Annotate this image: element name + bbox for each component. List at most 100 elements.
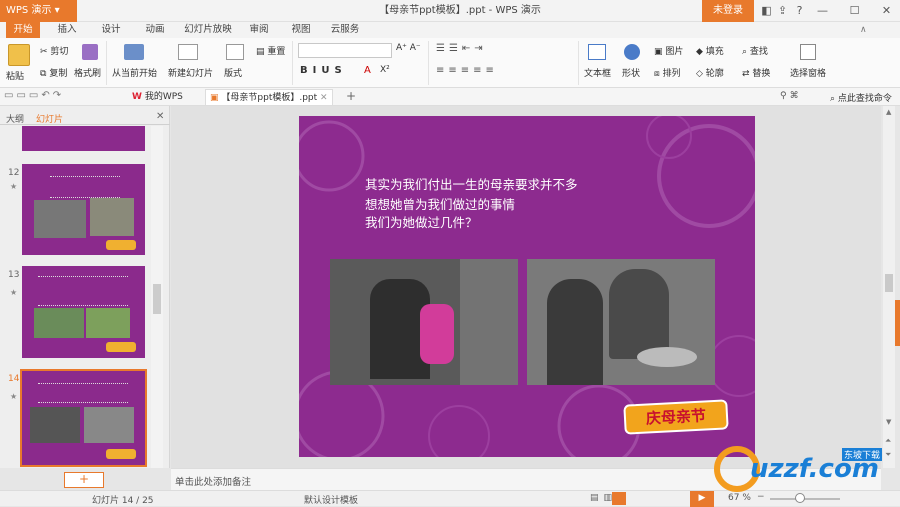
new-slide-button[interactable]: 新建幻灯片 bbox=[168, 66, 213, 79]
tab-animation[interactable]: 动画 bbox=[140, 22, 170, 38]
document-tab[interactable]: ▣ 【母亲节ppt模板】.ppt ✕ bbox=[205, 89, 333, 105]
slide-photo-right[interactable] bbox=[527, 259, 715, 385]
find-button[interactable]: ⌕ 查找 bbox=[742, 44, 768, 57]
tab-home[interactable]: 开始 bbox=[6, 22, 40, 38]
thumbnail-text bbox=[50, 176, 120, 198]
animation-star-icon: ★ bbox=[10, 392, 18, 401]
from-current-button[interactable]: 从当前开始 bbox=[112, 66, 157, 79]
new-tab-icon[interactable]: + bbox=[346, 89, 356, 103]
copy-icon: ⧉ bbox=[40, 69, 47, 79]
reset-button[interactable]: ▤ 重置 bbox=[256, 44, 285, 57]
maximize-icon[interactable]: ☐ bbox=[848, 4, 861, 17]
new-slide-icon[interactable] bbox=[178, 44, 198, 60]
tab-design[interactable]: 设计 bbox=[96, 22, 126, 38]
add-slide-button[interactable]: + bbox=[64, 472, 104, 488]
outline-button[interactable]: ◇ 轮廓 bbox=[696, 66, 724, 79]
toolbar-extra-icons[interactable]: ⚲⌘ bbox=[780, 91, 802, 101]
vertical-scrollbar[interactable]: ▲ ▼ ⏶ ⏷ bbox=[883, 106, 895, 468]
zoom-out-icon[interactable]: − bbox=[757, 492, 765, 502]
tab-view[interactable]: 视图 bbox=[286, 22, 316, 38]
tab-review[interactable]: 审阅 bbox=[244, 22, 274, 38]
slide-info: 幻灯片 14 / 25 bbox=[92, 496, 154, 506]
zoom-level: 67 % bbox=[728, 493, 751, 503]
font-color-icon[interactable]: A bbox=[364, 65, 371, 76]
slide-thumbnail[interactable] bbox=[22, 126, 145, 151]
superscript-icon[interactable]: X² bbox=[380, 65, 390, 75]
replace-button[interactable]: ⇄ 替换 bbox=[742, 66, 770, 79]
document-title: 【母亲节ppt模板】.ppt - WPS 演示 bbox=[379, 5, 541, 16]
scroll-thumb[interactable] bbox=[885, 274, 893, 292]
mothers-day-logo: 庆母亲节 bbox=[623, 399, 729, 435]
copy-button[interactable]: ⧉ 复制 bbox=[40, 66, 67, 79]
normal-view-button[interactable] bbox=[612, 492, 626, 505]
share-icon[interactable]: ⇪ bbox=[776, 4, 789, 17]
layout-button[interactable]: 版式 bbox=[224, 66, 242, 79]
cut-button[interactable]: ✂ 剪切 bbox=[40, 44, 68, 57]
site-watermark: uzzf.com 东坡下载 bbox=[714, 446, 896, 492]
thumbnail-logo bbox=[106, 342, 136, 352]
slide-thumbnail[interactable] bbox=[22, 164, 145, 255]
slide-thumbnail-selected[interactable] bbox=[20, 369, 147, 467]
zoom-slider-handle[interactable] bbox=[795, 493, 805, 503]
slide-photo-left[interactable] bbox=[330, 259, 518, 385]
thumbnail-text bbox=[38, 276, 128, 306]
paste-icon[interactable] bbox=[8, 44, 30, 66]
skin-icon[interactable]: ◧ bbox=[760, 4, 773, 17]
slide-text-line: 想想她曾为我们做过的事情 bbox=[365, 197, 516, 212]
quick-access-icons[interactable]: ▭▭▭↶↷ bbox=[4, 90, 64, 101]
align-buttons[interactable]: ≡≡≡≡≡ bbox=[436, 65, 498, 76]
fill-label: 填充 bbox=[705, 47, 724, 57]
ribbon-divider bbox=[428, 41, 429, 85]
slide-number: 13 bbox=[8, 270, 20, 280]
scroll-up-icon[interactable]: ▲ bbox=[886, 108, 891, 116]
zoom-slider[interactable] bbox=[770, 498, 840, 500]
select-pane-icon[interactable] bbox=[800, 44, 816, 60]
play-slideshow-icon[interactable]: ▶ bbox=[690, 491, 714, 507]
app-menu-button[interactable]: WPS 演示 ▾ bbox=[0, 0, 77, 22]
select-pane-button[interactable]: 选择窗格 bbox=[790, 66, 826, 79]
arrange-button[interactable]: ⧈ 排列 bbox=[654, 66, 681, 79]
pane-scroll-thumb[interactable] bbox=[153, 284, 161, 314]
prev-slide-icon[interactable]: ⏶ bbox=[885, 436, 891, 446]
fill-button[interactable]: ◆ 填充 bbox=[696, 44, 724, 57]
minimize-icon[interactable]: — bbox=[816, 4, 829, 17]
fill-icon: ◆ bbox=[696, 47, 703, 57]
picture-button[interactable]: ▣ 图片 bbox=[654, 44, 683, 57]
help-icon[interactable]: ? bbox=[793, 4, 806, 17]
format-painter-icon[interactable] bbox=[82, 44, 98, 60]
font-grow-icon[interactable]: A⁺ A⁻ bbox=[396, 43, 421, 53]
shape-icon[interactable] bbox=[624, 44, 640, 60]
slide-thumbnail[interactable] bbox=[22, 266, 145, 358]
close-icon[interactable]: ✕ bbox=[880, 4, 893, 17]
cut-icon: ✂ bbox=[40, 47, 48, 57]
tab-close-icon[interactable]: ✕ bbox=[320, 93, 328, 103]
photo-bowl bbox=[637, 347, 697, 367]
font-style-buttons[interactable]: BIUS bbox=[300, 65, 347, 76]
outline-label: 轮廓 bbox=[705, 69, 724, 79]
format-painter-button[interactable]: 格式刷 bbox=[74, 66, 101, 79]
paste-button[interactable]: 粘贴 bbox=[6, 69, 24, 82]
thumbnail-photo bbox=[84, 407, 134, 443]
pane-close-icon[interactable]: ✕ bbox=[156, 111, 164, 122]
side-panel-toggle[interactable] bbox=[895, 300, 900, 346]
layout-icon[interactable] bbox=[226, 44, 244, 60]
font-name-select[interactable] bbox=[298, 43, 392, 58]
tab-cloud[interactable]: 云服务 bbox=[326, 22, 364, 38]
textbox-button[interactable]: 文本框 bbox=[584, 66, 611, 79]
pane-scrollbar[interactable] bbox=[151, 126, 163, 468]
tab-slideshow[interactable]: 幻灯片放映 bbox=[180, 22, 236, 38]
list-buttons[interactable]: ☰☰⇤⇥ bbox=[436, 43, 487, 54]
command-search-label: 点此查找命令 bbox=[837, 94, 892, 104]
collapse-ribbon-icon[interactable]: ∧ bbox=[860, 25, 867, 35]
my-wps-tab[interactable]: W 我的WPS bbox=[128, 89, 187, 105]
command-search[interactable]: ⌕ 点此查找命令 bbox=[830, 91, 892, 104]
tab-insert[interactable]: 插入 bbox=[52, 22, 82, 38]
shape-button[interactable]: 形状 bbox=[622, 66, 640, 79]
scroll-down-icon[interactable]: ▼ bbox=[886, 418, 891, 426]
notes-placeholder: 单击此处添加备注 bbox=[175, 477, 252, 488]
login-button[interactable]: 未登录 bbox=[702, 0, 754, 22]
textbox-icon[interactable] bbox=[588, 44, 606, 60]
animation-star-icon: ★ bbox=[10, 182, 18, 191]
cut-label: 剪切 bbox=[50, 47, 69, 57]
play-from-current-icon[interactable] bbox=[124, 44, 144, 60]
